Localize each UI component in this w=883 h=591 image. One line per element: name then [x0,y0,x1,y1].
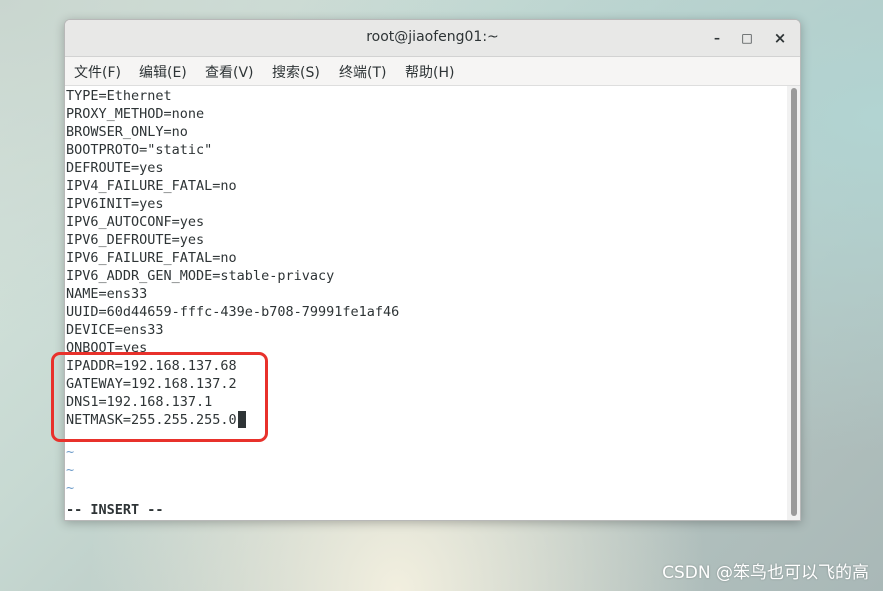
minimize-button[interactable]: – [709,30,725,46]
menu-terminal[interactable]: 终端(T) [339,62,386,82]
menu-file[interactable]: 文件(F) [74,62,121,82]
watermark: CSDN @笨鸟也可以飞的高 [662,563,869,583]
scrollbar[interactable] [787,86,800,520]
terminal-content[interactable]: TYPE=Ethernet PROXY_METHOD=none BROWSER_… [65,86,787,520]
menu-help[interactable]: 帮助(H) [405,62,454,82]
title-bar[interactable]: root@jiaofeng01:~ – □ × [65,20,800,57]
menu-bar: 文件(F) 编辑(E) 查看(V) 搜索(S) 终端(T) 帮助(H) [65,57,800,86]
window-title: root@jiaofeng01:~ [366,29,499,45]
vim-mode-status: -- INSERT -- [66,502,164,518]
menu-edit[interactable]: 编辑(E) [139,62,187,82]
highlight-annotation-box [51,352,268,442]
menu-search[interactable]: 搜索(S) [272,62,320,82]
terminal-line: IPV4_FAILURE_FATAL=no [66,178,237,194]
terminal-line: NAME=ens33 [66,286,148,302]
terminal-line: IPV6_ADDR_GEN_MODE=stable-privacy [66,268,335,284]
menu-view[interactable]: 查看(V) [205,62,254,82]
empty-line-marker: ~ [66,462,75,478]
terminal-line: TYPE=Ethernet [66,88,172,104]
terminal-line: IPV6_FAILURE_FATAL=no [66,250,237,266]
scrollbar-thumb[interactable] [791,88,797,516]
terminal-line: DEFROUTE=yes [66,160,164,176]
terminal-line: UUID=60d44659-fffc-439e-b708-79991fe1af4… [66,304,400,320]
terminal-window: root@jiaofeng01:~ – □ × 文件(F) 编辑(E) 查看(V… [64,19,801,521]
terminal-line: DEVICE=ens33 [66,322,164,338]
terminal-line: IPV6_AUTOCONF=yes [66,214,205,230]
terminal-line: IPV6INIT=yes [66,196,164,212]
terminal-line: IPV6_DEFROUTE=yes [66,232,205,248]
terminal-line: BROWSER_ONLY=no [66,124,188,140]
empty-line-marker: ~ [66,444,75,460]
terminal-line: PROXY_METHOD=none [66,106,205,122]
close-button[interactable]: × [772,30,788,46]
maximize-button[interactable]: □ [739,30,755,46]
terminal-line: BOOTPROTO="static" [66,142,213,158]
empty-line-marker: ~ [66,480,75,496]
